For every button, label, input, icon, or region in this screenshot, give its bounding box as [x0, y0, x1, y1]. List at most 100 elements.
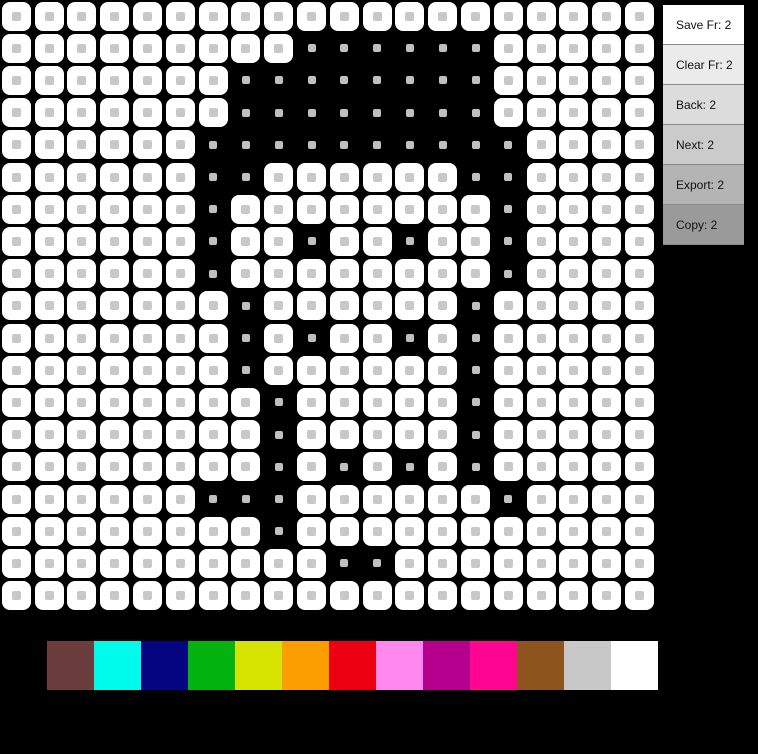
- pixel-cell[interactable]: [262, 129, 295, 161]
- pixel-cell[interactable]: [262, 580, 295, 612]
- pixel-cell[interactable]: [525, 386, 558, 418]
- pixel-cell[interactable]: [230, 97, 263, 129]
- pixel-cell[interactable]: [131, 354, 164, 386]
- pixel-cell[interactable]: [328, 97, 361, 129]
- color-swatch[interactable]: [47, 641, 94, 690]
- pixel-cell[interactable]: [558, 64, 591, 96]
- pixel-cell[interactable]: [459, 64, 492, 96]
- pixel-cell[interactable]: [33, 483, 66, 515]
- pixel-cell[interactable]: [164, 193, 197, 225]
- pixel-cell[interactable]: [558, 483, 591, 515]
- pixel-cell[interactable]: [262, 225, 295, 257]
- pixel-cell[interactable]: [197, 32, 230, 64]
- pixel-cell[interactable]: [590, 64, 623, 96]
- pixel-cell[interactable]: [262, 483, 295, 515]
- pixel-cell[interactable]: [328, 225, 361, 257]
- pixel-cell[interactable]: [262, 0, 295, 32]
- pixel-cell[interactable]: [164, 32, 197, 64]
- pixel-cell[interactable]: [459, 322, 492, 354]
- pixel-cell[interactable]: [66, 64, 99, 96]
- pixel-cell[interactable]: [361, 193, 394, 225]
- pixel-cell[interactable]: [459, 129, 492, 161]
- pixel-cell[interactable]: [394, 419, 427, 451]
- pixel-cell[interactable]: [328, 547, 361, 579]
- pixel-cell[interactable]: [0, 451, 33, 483]
- pixel-cell[interactable]: [328, 64, 361, 96]
- pixel-cell[interactable]: [131, 64, 164, 96]
- pixel-cell[interactable]: [525, 483, 558, 515]
- pixel-cell[interactable]: [33, 547, 66, 579]
- pixel-cell[interactable]: [394, 97, 427, 129]
- pixel-cell[interactable]: [164, 354, 197, 386]
- pixel-cell[interactable]: [426, 0, 459, 32]
- pixel-cell[interactable]: [623, 129, 656, 161]
- pixel-cell[interactable]: [525, 97, 558, 129]
- pixel-cell[interactable]: [33, 258, 66, 290]
- pixel-cell[interactable]: [426, 451, 459, 483]
- pixel-cell[interactable]: [33, 354, 66, 386]
- color-swatch[interactable]: [329, 641, 376, 690]
- pixel-cell[interactable]: [558, 386, 591, 418]
- pixel-cell[interactable]: [131, 258, 164, 290]
- pixel-cell[interactable]: [623, 161, 656, 193]
- pixel-cell[interactable]: [295, 290, 328, 322]
- pixel-cell[interactable]: [295, 225, 328, 257]
- pixel-cell[interactable]: [0, 290, 33, 322]
- pixel-cell[interactable]: [623, 419, 656, 451]
- pixel-cell[interactable]: [492, 290, 525, 322]
- pixel-cell[interactable]: [328, 580, 361, 612]
- pixel-cell[interactable]: [230, 161, 263, 193]
- pixel-cell[interactable]: [623, 386, 656, 418]
- pixel-cell[interactable]: [525, 193, 558, 225]
- pixel-cell[interactable]: [361, 290, 394, 322]
- pixel-cell[interactable]: [558, 354, 591, 386]
- next-button[interactable]: Next: 2: [663, 125, 744, 165]
- pixel-cell[interactable]: [459, 580, 492, 612]
- pixel-cell[interactable]: [164, 258, 197, 290]
- pixel-cell[interactable]: [98, 32, 131, 64]
- pixel-cell[interactable]: [623, 193, 656, 225]
- pixel-cell[interactable]: [66, 32, 99, 64]
- export-button[interactable]: Export: 2: [663, 165, 744, 205]
- pixel-cell[interactable]: [33, 515, 66, 547]
- pixel-cell[interactable]: [66, 225, 99, 257]
- pixel-cell[interactable]: [426, 322, 459, 354]
- pixel-cell[interactable]: [459, 451, 492, 483]
- pixel-cell[interactable]: [197, 451, 230, 483]
- color-swatch[interactable]: [517, 641, 564, 690]
- pixel-cell[interactable]: [525, 290, 558, 322]
- pixel-cell[interactable]: [525, 64, 558, 96]
- pixel-cell[interactable]: [164, 97, 197, 129]
- pixel-cell[interactable]: [164, 483, 197, 515]
- pixel-cell[interactable]: [426, 32, 459, 64]
- pixel-cell[interactable]: [164, 290, 197, 322]
- pixel-cell[interactable]: [623, 290, 656, 322]
- pixel-cell[interactable]: [590, 547, 623, 579]
- pixel-cell[interactable]: [492, 0, 525, 32]
- pixel-cell[interactable]: [361, 419, 394, 451]
- pixel-cell[interactable]: [623, 354, 656, 386]
- pixel-cell[interactable]: [590, 290, 623, 322]
- pixel-cell[interactable]: [590, 515, 623, 547]
- pixel-cell[interactable]: [197, 225, 230, 257]
- pixel-cell[interactable]: [197, 386, 230, 418]
- pixel-cell[interactable]: [164, 515, 197, 547]
- pixel-cell[interactable]: [0, 161, 33, 193]
- pixel-cell[interactable]: [197, 0, 230, 32]
- pixel-cell[interactable]: [0, 193, 33, 225]
- pixel-cell[interactable]: [426, 419, 459, 451]
- pixel-cell[interactable]: [361, 322, 394, 354]
- pixel-cell[interactable]: [459, 419, 492, 451]
- pixel-cell[interactable]: [426, 580, 459, 612]
- pixel-cell[interactable]: [426, 225, 459, 257]
- clear-frame-button[interactable]: Clear Fr: 2: [663, 45, 744, 85]
- pixel-cell[interactable]: [426, 258, 459, 290]
- pixel-cell[interactable]: [295, 161, 328, 193]
- pixel-cell[interactable]: [262, 290, 295, 322]
- pixel-cell[interactable]: [558, 97, 591, 129]
- pixel-cell[interactable]: [361, 483, 394, 515]
- pixel-cell[interactable]: [0, 419, 33, 451]
- pixel-cell[interactable]: [492, 97, 525, 129]
- pixel-cell[interactable]: [0, 483, 33, 515]
- pixel-cell[interactable]: [361, 451, 394, 483]
